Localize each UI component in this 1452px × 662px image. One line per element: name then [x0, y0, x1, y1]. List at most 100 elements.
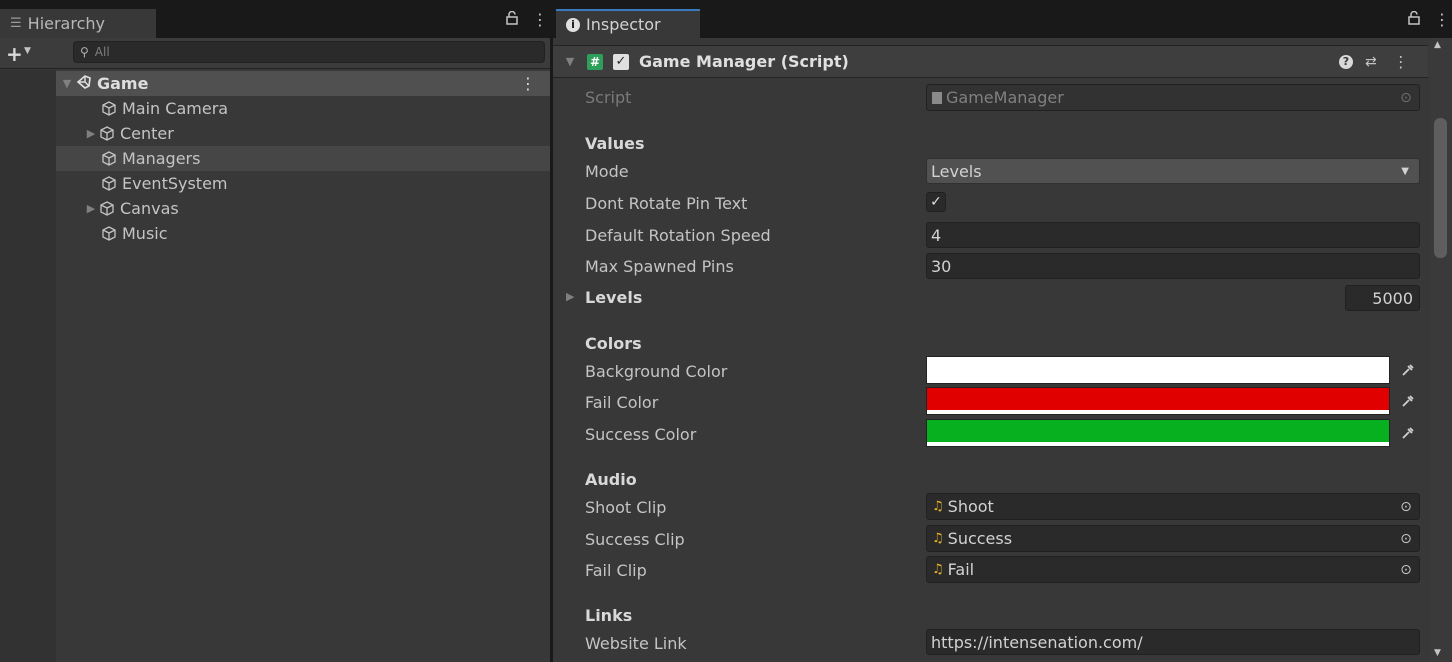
script-file-icon: [932, 91, 942, 104]
audio-clip-icon: ♫: [932, 531, 944, 546]
list-icon: ☰: [10, 16, 22, 31]
help-icon[interactable]: ?: [1339, 54, 1353, 69]
shoot-clip-label: Shoot Clip: [585, 498, 667, 517]
item-label: Center: [120, 124, 174, 143]
unity-scene-icon: [76, 74, 92, 94]
object-picker-icon[interactable]: ⊙: [1393, 557, 1419, 582]
eyedropper-icon[interactable]: [1395, 387, 1421, 415]
levels-size-input[interactable]: 5000: [1345, 285, 1420, 311]
collapsed-arrow-icon[interactable]: ▶: [84, 202, 98, 215]
hierarchy-tab-actions: ⋮: [506, 10, 548, 29]
rotation-speed-input[interactable]: 4: [926, 222, 1420, 248]
scroll-up-icon[interactable]: ▲: [1434, 40, 1441, 50]
eyedropper-icon[interactable]: [1395, 356, 1421, 384]
success-clip-value: Success: [947, 529, 1013, 548]
dont-rotate-checkbox[interactable]: ✓: [926, 192, 946, 212]
mode-label: Mode: [585, 162, 629, 181]
fold-arrow-icon[interactable]: ▼: [563, 55, 577, 68]
item-label: EventSystem: [122, 174, 228, 193]
preset-sliders-icon[interactable]: ⇄: [1365, 54, 1377, 70]
lock-icon[interactable]: [506, 10, 518, 29]
background-color-field[interactable]: [926, 356, 1390, 384]
fail-color-field[interactable]: [926, 387, 1390, 415]
gameobject-cube-icon: [98, 125, 116, 143]
hierarchy-item-music[interactable]: Music: [56, 221, 550, 246]
item-label: Canvas: [120, 199, 179, 218]
item-label: Main Camera: [122, 99, 229, 118]
component-menu-icon[interactable]: ⋮: [1393, 53, 1409, 71]
audio-clip-icon: ♫: [932, 499, 944, 514]
item-label: Music: [122, 224, 168, 243]
component-header[interactable]: ▼ # ✓ Game Manager (Script) ? ⇄ ⋮: [553, 45, 1428, 78]
tab-inspector[interactable]: i Inspector: [556, 9, 700, 38]
script-value: GameManager: [946, 88, 1064, 107]
success-color-field[interactable]: [926, 419, 1390, 447]
fail-color-label: Fail Color: [585, 393, 659, 412]
search-icon: ⚲: [80, 45, 89, 59]
inspector-tab-actions: ⋮: [1408, 10, 1450, 29]
section-values: Values: [585, 134, 645, 153]
hierarchy-item-center[interactable]: ▶ Center: [56, 121, 550, 146]
script-hash-icon: #: [587, 53, 603, 70]
object-picker-icon: ⊙: [1400, 89, 1412, 106]
hierarchy-item-eventsystem[interactable]: EventSystem: [56, 171, 550, 196]
section-audio: Audio: [585, 470, 637, 489]
dropdown-arrow-icon: ▼: [1401, 165, 1409, 177]
hierarchy-item-managers[interactable]: Managers: [56, 146, 550, 171]
website-link-input[interactable]: https://intensenation.com/: [926, 629, 1420, 655]
hierarchy-search-input[interactable]: ⚲ All: [73, 41, 545, 63]
inspector-tab-label: Inspector: [586, 15, 661, 34]
gameobject-cube-icon: [100, 175, 118, 193]
gameobject-cube-icon: [100, 225, 118, 243]
levels-expand-arrow-icon[interactable]: ▶: [566, 290, 574, 303]
expand-arrow-icon[interactable]: ▼: [60, 77, 74, 90]
component-title: Game Manager (Script): [639, 52, 849, 71]
collapsed-arrow-icon[interactable]: ▶: [84, 127, 98, 140]
max-pins-label: Max Spawned Pins: [585, 257, 734, 276]
scroll-down-icon[interactable]: ▼: [1434, 648, 1441, 658]
fail-clip-value: Fail: [947, 560, 975, 579]
create-dropdown-icon[interactable]: ▼: [24, 46, 31, 56]
object-picker-icon[interactable]: ⊙: [1393, 494, 1419, 519]
eyedropper-icon[interactable]: [1395, 419, 1421, 447]
mode-value: Levels: [931, 161, 982, 181]
website-link-label: Website Link: [585, 634, 687, 653]
levels-label[interactable]: Levels: [585, 288, 642, 307]
tab-hierarchy[interactable]: ☰ Hierarchy: [0, 9, 156, 38]
component-enabled-checkbox[interactable]: ✓: [613, 53, 629, 70]
search-placeholder: All: [94, 45, 110, 59]
audio-clip-icon: ♫: [932, 562, 944, 577]
gameobject-cube-icon: [100, 150, 118, 168]
object-picker-icon[interactable]: ⊙: [1393, 526, 1419, 551]
success-color-label: Success Color: [585, 425, 697, 444]
script-field: GameManager ⊙: [926, 84, 1420, 111]
dont-rotate-label: Dont Rotate Pin Text: [585, 194, 748, 213]
gameobject-cube-icon: [100, 100, 118, 118]
kebab-menu-icon[interactable]: ⋮: [532, 10, 548, 29]
hierarchy-tab-label: Hierarchy: [27, 14, 105, 33]
success-clip-label: Success Clip: [585, 530, 685, 549]
shoot-clip-field[interactable]: ♫ Shoot ⊙: [926, 493, 1420, 520]
scene-row-game[interactable]: ▼ Game ⋮: [56, 71, 550, 96]
fail-clip-label: Fail Clip: [585, 561, 647, 580]
kebab-menu-icon[interactable]: ⋮: [1434, 10, 1450, 29]
hierarchy-gutter: [0, 70, 56, 662]
rotation-speed-label: Default Rotation Speed: [585, 226, 771, 245]
info-icon: i: [566, 17, 580, 32]
scene-menu-icon[interactable]: ⋮: [520, 74, 536, 93]
scrollbar-thumb[interactable]: [1434, 118, 1447, 258]
section-links: Links: [585, 606, 633, 625]
max-pins-input[interactable]: 30: [926, 253, 1420, 279]
background-color-label: Background Color: [585, 362, 728, 381]
fail-clip-field[interactable]: ♫ Fail ⊙: [926, 556, 1420, 583]
script-label: Script: [585, 88, 632, 107]
hierarchy-item-canvas[interactable]: ▶ Canvas: [56, 196, 550, 221]
hierarchy-item-main-camera[interactable]: Main Camera: [56, 96, 550, 121]
item-label: Managers: [122, 149, 201, 168]
success-clip-field[interactable]: ♫ Success ⊙: [926, 525, 1420, 552]
shoot-clip-value: Shoot: [947, 497, 994, 516]
create-plus-icon[interactable]: +: [6, 42, 23, 66]
lock-icon[interactable]: [1408, 10, 1420, 29]
gameobject-cube-icon: [98, 200, 116, 218]
mode-dropdown[interactable]: Levels ▼: [926, 158, 1420, 184]
